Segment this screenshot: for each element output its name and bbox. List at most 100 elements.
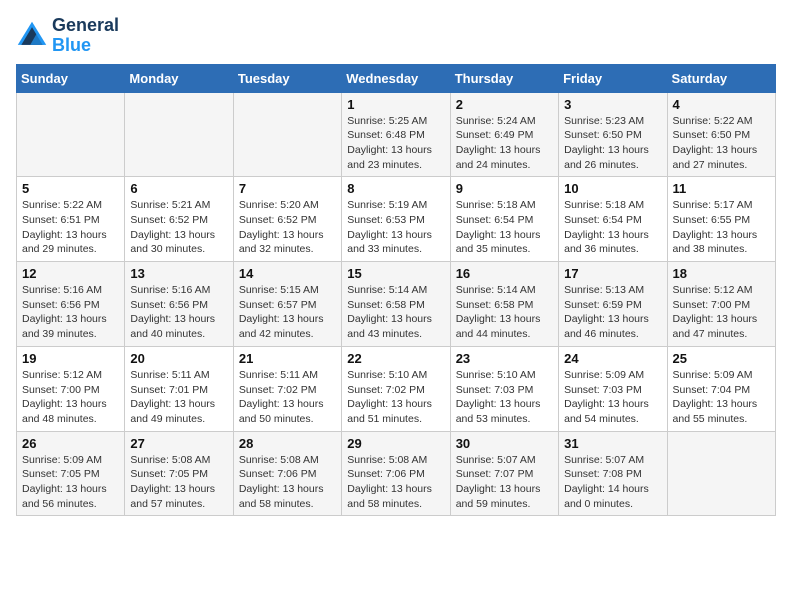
calendar-cell: 15 Sunrise: 5:14 AMSunset: 6:58 PMDayligh…: [342, 262, 450, 347]
day-number: 26: [22, 436, 119, 451]
day-info: Sunrise: 5:08 AMSunset: 7:06 PMDaylight:…: [347, 453, 444, 512]
calendar-table: SundayMondayTuesdayWednesdayThursdayFrid…: [16, 64, 776, 517]
day-info: Sunrise: 5:09 AMSunset: 7:03 PMDaylight:…: [564, 368, 661, 427]
day-info: Sunrise: 5:20 AMSunset: 6:52 PMDaylight:…: [239, 198, 336, 257]
day-info: Sunrise: 5:15 AMSunset: 6:57 PMDaylight:…: [239, 283, 336, 342]
day-number: 3: [564, 97, 661, 112]
logo: General Blue: [16, 16, 119, 56]
day-info: Sunrise: 5:12 AMSunset: 7:00 PMDaylight:…: [22, 368, 119, 427]
day-info: Sunrise: 5:08 AMSunset: 7:06 PMDaylight:…: [239, 453, 336, 512]
day-info: Sunrise: 5:12 AMSunset: 7:00 PMDaylight:…: [673, 283, 770, 342]
calendar-cell: 4 Sunrise: 5:22 AMSunset: 6:50 PMDaylight…: [667, 92, 775, 177]
col-header-tuesday: Tuesday: [233, 64, 341, 92]
calendar-cell: 19 Sunrise: 5:12 AMSunset: 7:00 PMDayligh…: [17, 346, 125, 431]
calendar-cell: [17, 92, 125, 177]
day-info: Sunrise: 5:22 AMSunset: 6:51 PMDaylight:…: [22, 198, 119, 257]
day-number: 12: [22, 266, 119, 281]
day-info: Sunrise: 5:17 AMSunset: 6:55 PMDaylight:…: [673, 198, 770, 257]
calendar-cell: 1Sunrise: 5:25 AMSunset: 6:48 PMDaylight…: [342, 92, 450, 177]
day-info: Sunrise: 5:19 AMSunset: 6:53 PMDaylight:…: [347, 198, 444, 257]
day-info: Sunrise: 5:18 AMSunset: 6:54 PMDaylight:…: [456, 198, 553, 257]
day-info: Sunrise: 5:24 AMSunset: 6:49 PMDaylight:…: [456, 114, 553, 173]
calendar-cell: 16 Sunrise: 5:14 AMSunset: 6:58 PMDayligh…: [450, 262, 558, 347]
day-info: Sunrise: 5:10 AMSunset: 7:02 PMDaylight:…: [347, 368, 444, 427]
day-number: 20: [130, 351, 227, 366]
day-info: Sunrise: 5:07 AMSunset: 7:07 PMDaylight:…: [456, 453, 553, 512]
day-number: 31: [564, 436, 661, 451]
day-info: Sunrise: 5:14 AMSunset: 6:58 PMDaylight:…: [347, 283, 444, 342]
day-number: 5: [22, 181, 119, 196]
col-header-monday: Monday: [125, 64, 233, 92]
calendar-cell: 17Sunrise: 5:13 AMSunset: 6:59 PMDayligh…: [559, 262, 667, 347]
day-info: Sunrise: 5:25 AMSunset: 6:48 PMDaylight:…: [347, 114, 444, 173]
day-number: 7: [239, 181, 336, 196]
day-number: 22: [347, 351, 444, 366]
day-number: 15: [347, 266, 444, 281]
day-info: Sunrise: 5:22 AMSunset: 6:50 PMDaylight:…: [673, 114, 770, 173]
calendar-cell: 11 Sunrise: 5:17 AMSunset: 6:55 PMDayligh…: [667, 177, 775, 262]
calendar-cell: 18 Sunrise: 5:12 AMSunset: 7:00 PMDayligh…: [667, 262, 775, 347]
calendar-cell: 26 Sunrise: 5:09 AMSunset: 7:05 PMDayligh…: [17, 431, 125, 516]
day-info: Sunrise: 5:11 AMSunset: 7:01 PMDaylight:…: [130, 368, 227, 427]
day-number: 27: [130, 436, 227, 451]
day-number: 19: [22, 351, 119, 366]
calendar-cell: 7 Sunrise: 5:20 AMSunset: 6:52 PMDaylight…: [233, 177, 341, 262]
calendar-cell: 27 Sunrise: 5:08 AMSunset: 7:05 PMDayligh…: [125, 431, 233, 516]
day-info: Sunrise: 5:16 AMSunset: 6:56 PMDaylight:…: [130, 283, 227, 342]
col-header-friday: Friday: [559, 64, 667, 92]
calendar-cell: 8 Sunrise: 5:19 AMSunset: 6:53 PMDaylight…: [342, 177, 450, 262]
day-info: Sunrise: 5:07 AMSunset: 7:08 PMDaylight:…: [564, 453, 661, 512]
day-info: Sunrise: 5:09 AMSunset: 7:04 PMDaylight:…: [673, 368, 770, 427]
calendar-cell: [125, 92, 233, 177]
day-number: 21: [239, 351, 336, 366]
day-number: 14: [239, 266, 336, 281]
day-number: 16: [456, 266, 553, 281]
calendar-cell: 3 Sunrise: 5:23 AMSunset: 6:50 PMDaylight…: [559, 92, 667, 177]
calendar-cell: 14 Sunrise: 5:15 AMSunset: 6:57 PMDayligh…: [233, 262, 341, 347]
day-info: Sunrise: 5:09 AMSunset: 7:05 PMDaylight:…: [22, 453, 119, 512]
day-info: Sunrise: 5:14 AMSunset: 6:58 PMDaylight:…: [456, 283, 553, 342]
calendar-cell: [667, 431, 775, 516]
day-info: Sunrise: 5:13 AMSunset: 6:59 PMDaylight:…: [564, 283, 661, 342]
calendar-cell: 5 Sunrise: 5:22 AMSunset: 6:51 PMDaylight…: [17, 177, 125, 262]
day-info: Sunrise: 5:18 AMSunset: 6:54 PMDaylight:…: [564, 198, 661, 257]
calendar-cell: 29 Sunrise: 5:08 AMSunset: 7:06 PMDayligh…: [342, 431, 450, 516]
day-number: 23: [456, 351, 553, 366]
day-number: 29: [347, 436, 444, 451]
calendar-cell: 30 Sunrise: 5:07 AMSunset: 7:07 PMDayligh…: [450, 431, 558, 516]
page-header: General Blue: [16, 16, 776, 56]
day-info: Sunrise: 5:23 AMSunset: 6:50 PMDaylight:…: [564, 114, 661, 173]
calendar-cell: 22 Sunrise: 5:10 AMSunset: 7:02 PMDayligh…: [342, 346, 450, 431]
calendar-cell: 24Sunrise: 5:09 AMSunset: 7:03 PMDayligh…: [559, 346, 667, 431]
day-number: 18: [673, 266, 770, 281]
col-header-sunday: Sunday: [17, 64, 125, 92]
calendar-cell: 28 Sunrise: 5:08 AMSunset: 7:06 PMDayligh…: [233, 431, 341, 516]
day-info: Sunrise: 5:10 AMSunset: 7:03 PMDaylight:…: [456, 368, 553, 427]
day-number: 4: [673, 97, 770, 112]
day-number: 11: [673, 181, 770, 196]
calendar-cell: 23 Sunrise: 5:10 AMSunset: 7:03 PMDayligh…: [450, 346, 558, 431]
col-header-saturday: Saturday: [667, 64, 775, 92]
calendar-cell: 12Sunrise: 5:16 AMSunset: 6:56 PMDayligh…: [17, 262, 125, 347]
col-header-wednesday: Wednesday: [342, 64, 450, 92]
day-number: 10: [564, 181, 661, 196]
logo-icon: [16, 20, 48, 52]
calendar-cell: [233, 92, 341, 177]
day-number: 13: [130, 266, 227, 281]
calendar-cell: 13 Sunrise: 5:16 AMSunset: 6:56 PMDayligh…: [125, 262, 233, 347]
day-info: Sunrise: 5:21 AMSunset: 6:52 PMDaylight:…: [130, 198, 227, 257]
day-number: 8: [347, 181, 444, 196]
calendar-cell: 2Sunrise: 5:24 AMSunset: 6:49 PMDaylight…: [450, 92, 558, 177]
day-number: 9: [456, 181, 553, 196]
calendar-cell: 6 Sunrise: 5:21 AMSunset: 6:52 PMDaylight…: [125, 177, 233, 262]
day-number: 30: [456, 436, 553, 451]
logo-text: General Blue: [52, 16, 119, 56]
day-number: 6: [130, 181, 227, 196]
calendar-cell: 21 Sunrise: 5:11 AMSunset: 7:02 PMDayligh…: [233, 346, 341, 431]
day-number: 28: [239, 436, 336, 451]
day-info: Sunrise: 5:08 AMSunset: 7:05 PMDaylight:…: [130, 453, 227, 512]
calendar-cell: 25Sunrise: 5:09 AMSunset: 7:04 PMDayligh…: [667, 346, 775, 431]
calendar-cell: 10 Sunrise: 5:18 AMSunset: 6:54 PMDayligh…: [559, 177, 667, 262]
calendar-cell: 20 Sunrise: 5:11 AMSunset: 7:01 PMDayligh…: [125, 346, 233, 431]
day-info: Sunrise: 5:11 AMSunset: 7:02 PMDaylight:…: [239, 368, 336, 427]
